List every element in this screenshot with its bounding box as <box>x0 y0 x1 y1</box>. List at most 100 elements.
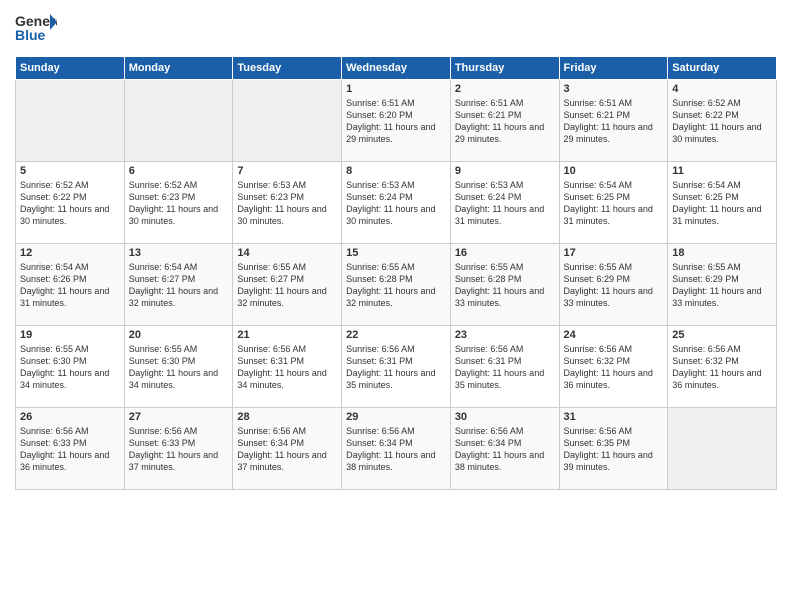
calendar-cell: 13 Sunrise: 6:54 AM Sunset: 6:27 PM Dayli… <box>124 244 233 326</box>
day-info: Sunrise: 6:55 AM Sunset: 6:29 PM Dayligh… <box>564 261 664 310</box>
day-info: Sunrise: 6:54 AM Sunset: 6:25 PM Dayligh… <box>672 179 772 228</box>
day-number: 19 <box>20 329 120 341</box>
day-number: 14 <box>237 247 337 259</box>
day-info: Sunrise: 6:53 AM Sunset: 6:24 PM Dayligh… <box>455 179 555 228</box>
day-info: Sunrise: 6:55 AM Sunset: 6:30 PM Dayligh… <box>129 343 229 392</box>
calendar-week-row: 19 Sunrise: 6:55 AM Sunset: 6:30 PM Dayli… <box>16 326 777 408</box>
day-info: Sunrise: 6:51 AM Sunset: 6:21 PM Dayligh… <box>564 97 664 146</box>
weekday-header-tuesday: Tuesday <box>233 57 342 80</box>
day-number: 6 <box>129 165 229 177</box>
calendar-cell: 3 Sunrise: 6:51 AM Sunset: 6:21 PM Daylig… <box>559 80 668 162</box>
day-number: 23 <box>455 329 555 341</box>
calendar-cell: 11 Sunrise: 6:54 AM Sunset: 6:25 PM Dayli… <box>668 162 777 244</box>
day-info: Sunrise: 6:55 AM Sunset: 6:28 PM Dayligh… <box>455 261 555 310</box>
calendar-cell: 5 Sunrise: 6:52 AM Sunset: 6:22 PM Daylig… <box>16 162 125 244</box>
day-info: Sunrise: 6:52 AM Sunset: 6:23 PM Dayligh… <box>129 179 229 228</box>
day-number: 31 <box>564 411 664 423</box>
day-number: 13 <box>129 247 229 259</box>
calendar-cell <box>16 80 125 162</box>
day-number: 10 <box>564 165 664 177</box>
day-info: Sunrise: 6:54 AM Sunset: 6:25 PM Dayligh… <box>564 179 664 228</box>
day-info: Sunrise: 6:56 AM Sunset: 6:31 PM Dayligh… <box>455 343 555 392</box>
day-info: Sunrise: 6:54 AM Sunset: 6:27 PM Dayligh… <box>129 261 229 310</box>
day-info: Sunrise: 6:56 AM Sunset: 6:34 PM Dayligh… <box>346 425 446 474</box>
calendar-week-row: 26 Sunrise: 6:56 AM Sunset: 6:33 PM Dayli… <box>16 408 777 490</box>
day-number: 28 <box>237 411 337 423</box>
calendar-cell <box>124 80 233 162</box>
calendar-cell: 14 Sunrise: 6:55 AM Sunset: 6:27 PM Dayli… <box>233 244 342 326</box>
calendar-cell: 29 Sunrise: 6:56 AM Sunset: 6:34 PM Dayli… <box>342 408 451 490</box>
day-number: 18 <box>672 247 772 259</box>
day-info: Sunrise: 6:56 AM Sunset: 6:35 PM Dayligh… <box>564 425 664 474</box>
calendar-cell: 10 Sunrise: 6:54 AM Sunset: 6:25 PM Dayli… <box>559 162 668 244</box>
calendar-cell: 27 Sunrise: 6:56 AM Sunset: 6:33 PM Dayli… <box>124 408 233 490</box>
day-info: Sunrise: 6:56 AM Sunset: 6:32 PM Dayligh… <box>672 343 772 392</box>
day-info: Sunrise: 6:52 AM Sunset: 6:22 PM Dayligh… <box>20 179 120 228</box>
calendar-cell: 21 Sunrise: 6:56 AM Sunset: 6:31 PM Dayli… <box>233 326 342 408</box>
day-number: 17 <box>564 247 664 259</box>
calendar-week-row: 1 Sunrise: 6:51 AM Sunset: 6:20 PM Daylig… <box>16 80 777 162</box>
calendar-cell: 26 Sunrise: 6:56 AM Sunset: 6:33 PM Dayli… <box>16 408 125 490</box>
day-number: 8 <box>346 165 446 177</box>
calendar-cell: 12Sunrise: 6:54 AM Sunset: 6:26 PM Dayli… <box>16 244 125 326</box>
calendar-cell: 15 Sunrise: 6:55 AM Sunset: 6:28 PM Dayli… <box>342 244 451 326</box>
day-number: 3 <box>564 83 664 95</box>
day-info: Sunrise: 6:55 AM Sunset: 6:29 PM Dayligh… <box>672 261 772 310</box>
day-info: Sunrise: 6:55 AM Sunset: 6:27 PM Dayligh… <box>237 261 337 310</box>
calendar-cell: 25 Sunrise: 6:56 AM Sunset: 6:32 PM Dayli… <box>668 326 777 408</box>
day-info: Sunrise: 6:56 AM Sunset: 6:33 PM Dayligh… <box>129 425 229 474</box>
day-number: 27 <box>129 411 229 423</box>
day-number: 4 <box>672 83 772 95</box>
day-number: 20 <box>129 329 229 341</box>
day-info: Sunrise: 6:56 AM Sunset: 6:31 PM Dayligh… <box>346 343 446 392</box>
day-info: Sunrise: 6:52 AM Sunset: 6:22 PM Dayligh… <box>672 97 772 146</box>
day-info: Sunrise: 6:56 AM Sunset: 6:33 PM Dayligh… <box>20 425 120 474</box>
day-number: 22 <box>346 329 446 341</box>
weekday-header-sunday: Sunday <box>16 57 125 80</box>
page-header: General Blue <box>15 10 777 48</box>
logo-svg: General Blue <box>15 10 57 48</box>
calendar-cell <box>233 80 342 162</box>
day-number: 21 <box>237 329 337 341</box>
day-info: Sunrise: 6:56 AM Sunset: 6:32 PM Dayligh… <box>564 343 664 392</box>
day-info: Sunrise: 6:53 AM Sunset: 6:23 PM Dayligh… <box>237 179 337 228</box>
calendar-cell: 1 Sunrise: 6:51 AM Sunset: 6:20 PM Daylig… <box>342 80 451 162</box>
day-number: 1 <box>346 83 446 95</box>
day-number: 12 <box>20 247 120 259</box>
calendar-cell: 9Sunrise: 6:53 AM Sunset: 6:24 PM Daylig… <box>450 162 559 244</box>
calendar-cell: 20 Sunrise: 6:55 AM Sunset: 6:30 PM Dayli… <box>124 326 233 408</box>
weekday-header-wednesday: Wednesday <box>342 57 451 80</box>
day-info: Sunrise: 6:56 AM Sunset: 6:34 PM Dayligh… <box>455 425 555 474</box>
day-info: Sunrise: 6:56 AM Sunset: 6:31 PM Dayligh… <box>237 343 337 392</box>
day-info: Sunrise: 6:56 AM Sunset: 6:34 PM Dayligh… <box>237 425 337 474</box>
calendar-cell: 28 Sunrise: 6:56 AM Sunset: 6:34 PM Dayli… <box>233 408 342 490</box>
day-info: Sunrise: 6:53 AM Sunset: 6:24 PM Dayligh… <box>346 179 446 228</box>
calendar-table: SundayMondayTuesdayWednesdayThursdayFrid… <box>15 56 777 490</box>
calendar-cell: 8 Sunrise: 6:53 AM Sunset: 6:24 PM Daylig… <box>342 162 451 244</box>
weekday-header-friday: Friday <box>559 57 668 80</box>
calendar-cell: 17 Sunrise: 6:55 AM Sunset: 6:29 PM Dayli… <box>559 244 668 326</box>
calendar-week-row: 12Sunrise: 6:54 AM Sunset: 6:26 PM Dayli… <box>16 244 777 326</box>
day-number: 29 <box>346 411 446 423</box>
calendar-cell: 16 Sunrise: 6:55 AM Sunset: 6:28 PM Dayli… <box>450 244 559 326</box>
weekday-header-row: SundayMondayTuesdayWednesdayThursdayFrid… <box>16 57 777 80</box>
day-number: 30 <box>455 411 555 423</box>
day-info: Sunrise: 6:51 AM Sunset: 6:20 PM Dayligh… <box>346 97 446 146</box>
day-number: 25 <box>672 329 772 341</box>
calendar-cell: 2Sunrise: 6:51 AM Sunset: 6:21 PM Daylig… <box>450 80 559 162</box>
day-number: 15 <box>346 247 446 259</box>
calendar-week-row: 5 Sunrise: 6:52 AM Sunset: 6:22 PM Daylig… <box>16 162 777 244</box>
weekday-header-monday: Monday <box>124 57 233 80</box>
calendar-cell: 22 Sunrise: 6:56 AM Sunset: 6:31 PM Dayli… <box>342 326 451 408</box>
logo: General Blue <box>15 10 57 48</box>
calendar-cell: 18 Sunrise: 6:55 AM Sunset: 6:29 PM Dayli… <box>668 244 777 326</box>
day-number: 11 <box>672 165 772 177</box>
day-number: 5 <box>20 165 120 177</box>
svg-text:Blue: Blue <box>15 27 46 43</box>
calendar-cell <box>668 408 777 490</box>
day-number: 16 <box>455 247 555 259</box>
day-info: Sunrise: 6:55 AM Sunset: 6:28 PM Dayligh… <box>346 261 446 310</box>
day-number: 26 <box>20 411 120 423</box>
calendar-cell: 6 Sunrise: 6:52 AM Sunset: 6:23 PM Daylig… <box>124 162 233 244</box>
day-info: Sunrise: 6:51 AM Sunset: 6:21 PM Dayligh… <box>455 97 555 146</box>
